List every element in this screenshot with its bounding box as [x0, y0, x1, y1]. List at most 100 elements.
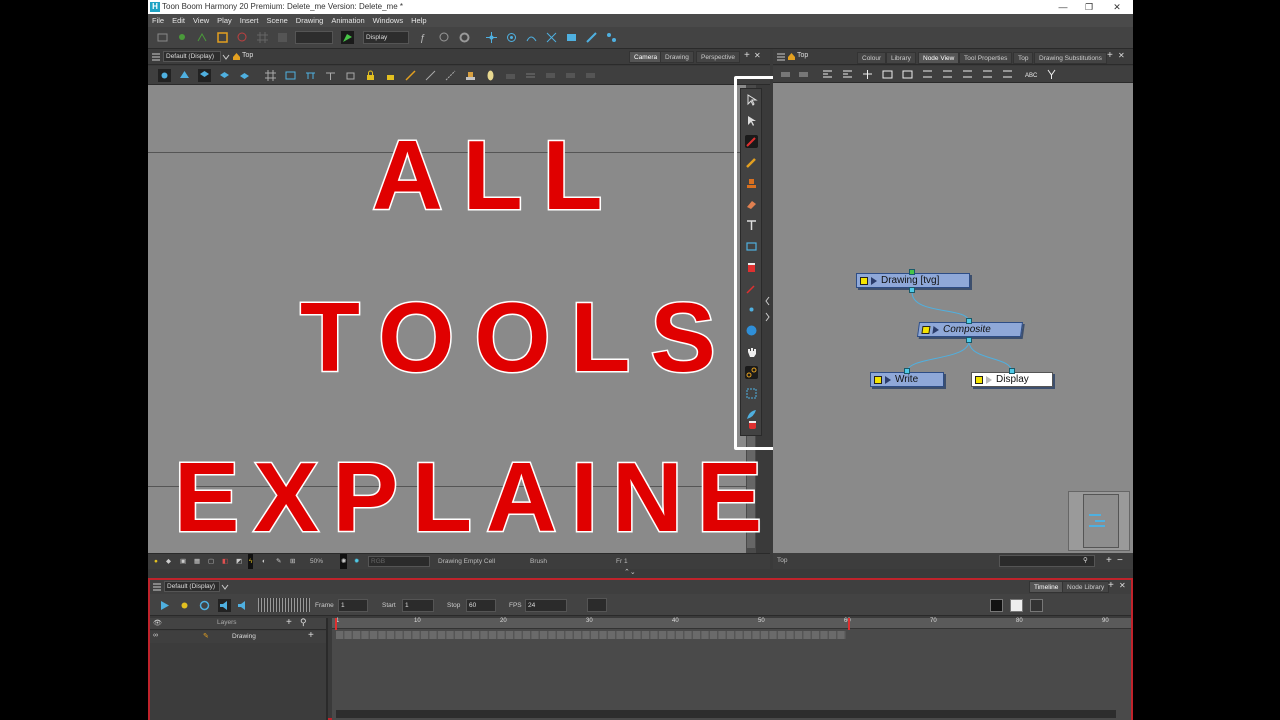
layer-visibility-icon[interactable]: 👁 [153, 619, 162, 627]
loop-icon[interactable] [198, 599, 211, 612]
frame-icon[interactable]: ▢ [208, 554, 214, 570]
stamp-icon[interactable] [464, 69, 477, 82]
minimize-button[interactable]: — [1052, 0, 1074, 14]
settings-gear-icon[interactable] [458, 31, 471, 44]
timeline-menu-icon[interactable] [152, 582, 162, 592]
light-small-icon[interactable]: ✎ [276, 554, 281, 570]
menu-play[interactable]: Play [213, 14, 236, 27]
bounding-box-icon[interactable]: ⊞ [290, 554, 295, 570]
add-tab-icon[interactable]: + [744, 50, 750, 61]
node-enable-icon[interactable] [921, 326, 931, 334]
node-drawing-in-port[interactable] [909, 269, 915, 275]
node-drawing[interactable]: Drawing [tvg] [856, 273, 970, 288]
node-enable-icon[interactable] [975, 376, 983, 384]
node-remove-icon[interactable]: − [1117, 553, 1123, 569]
ik-icon[interactable] [605, 31, 618, 44]
layer-row[interactable]: ∞ ✎ Drawing + [150, 630, 326, 643]
node-add-tab-icon[interactable]: + [1107, 50, 1113, 61]
pivot-icon[interactable] [485, 31, 498, 44]
keyframe-black-icon[interactable] [990, 599, 1003, 612]
node-composite-in-port[interactable] [966, 318, 972, 324]
function-icon[interactable]: ƒ [418, 31, 431, 44]
node-display[interactable]: Display [971, 372, 1053, 387]
mask-small-icon[interactable]: ◧ [222, 554, 228, 570]
node-close-panel-icon[interactable]: ✕ [1118, 51, 1125, 60]
tab-node-library[interactable]: Node Library [1062, 581, 1110, 593]
bulb-icon[interactable]: ● [154, 554, 158, 570]
layer-properties-icon[interactable]: ⚲ [300, 617, 307, 628]
mask-icon[interactable] [504, 69, 517, 82]
playhead[interactable] [335, 618, 337, 630]
color-wheel-icon[interactable]: ✺ [340, 554, 348, 570]
timeline-display-select[interactable]: Default (Display) [164, 581, 220, 592]
timeline-add-tab-icon[interactable]: + [1108, 580, 1114, 591]
peg-icon[interactable] [196, 31, 209, 44]
layer-eye-icon[interactable]: ∞ [153, 632, 158, 639]
camera-display-select[interactable]: Default (Display) [163, 51, 221, 62]
layer-settings-icon[interactable] [238, 69, 251, 82]
bone-icon[interactable] [585, 31, 598, 44]
node-grid-icon[interactable] [1001, 68, 1014, 81]
node-panel-menu-icon[interactable] [776, 52, 786, 62]
node-view-canvas[interactable]: Drawing [tvg] Composite Write Display [773, 66, 1133, 553]
tab-node-view[interactable]: Node View [918, 52, 960, 64]
node-ungroup-icon[interactable] [841, 68, 854, 81]
render-preview-icon[interactable] [178, 69, 191, 82]
expand-icon[interactable]: ⌃⌄ [624, 568, 636, 576]
node-tool-2-icon[interactable] [797, 68, 810, 81]
reposition-icon[interactable] [236, 31, 249, 44]
flash-icon[interactable]: ϟ [248, 554, 254, 570]
field-guide-icon[interactable] [284, 69, 297, 82]
sound-scrub-icon[interactable] [236, 599, 249, 612]
layer-stack-icon[interactable] [218, 69, 231, 82]
tab-library[interactable]: Library [886, 52, 916, 64]
tab-tool-properties[interactable]: Tool Properties [959, 52, 1013, 64]
eye-icon[interactable] [158, 69, 171, 82]
node-navigator[interactable] [1068, 491, 1130, 551]
node-align-icon[interactable] [961, 68, 974, 81]
menu-drawing[interactable]: Drawing [292, 14, 328, 27]
tab-timeline[interactable]: Timeline [1029, 581, 1064, 593]
play-selection-icon[interactable] [178, 599, 191, 612]
menu-insert[interactable]: Insert [236, 14, 263, 27]
timeline-close-icon[interactable]: ✕ [1119, 581, 1126, 590]
add-layer-icon[interactable]: + [286, 617, 292, 628]
group-icon[interactable] [584, 69, 597, 82]
search-icon[interactable]: ⚲ [1083, 553, 1088, 569]
node-cut-icon[interactable] [921, 68, 934, 81]
merge-icon[interactable] [564, 69, 577, 82]
tab-drawing[interactable]: Drawing [660, 51, 694, 63]
tab-perspective[interactable]: Perspective [696, 51, 740, 63]
start-input[interactable]: 1 [402, 599, 434, 612]
color-swatch[interactable] [587, 598, 607, 612]
grid-small-icon[interactable]: ▦ [194, 554, 200, 570]
menu-help[interactable]: Help [407, 14, 430, 27]
node-add-icon[interactable] [176, 31, 189, 44]
node-peg-icon[interactable] [881, 68, 894, 81]
maximize-button[interactable]: ❐ [1078, 0, 1100, 14]
display-select[interactable]: Display [363, 31, 409, 44]
play-icon[interactable] [158, 599, 171, 612]
grid-icon[interactable] [256, 31, 269, 44]
node-drawing-out-port[interactable] [909, 287, 915, 293]
light-table-icon[interactable] [484, 69, 497, 82]
node-distribute-icon[interactable] [981, 68, 994, 81]
stop-marker[interactable] [848, 618, 850, 630]
camera-path-icon[interactable] [565, 31, 578, 44]
cutter-icon[interactable] [444, 69, 457, 82]
layer-add-icon[interactable]: + [308, 630, 314, 641]
layers-icon[interactable] [198, 69, 211, 82]
menu-windows[interactable]: Windows [369, 14, 407, 27]
node-abc-icon[interactable]: ABC [1025, 68, 1038, 81]
frames-horizontal-scrollbar[interactable] [336, 710, 1116, 718]
frames-pane[interactable]: 1 10 20 30 40 50 60 70 80 90 [332, 618, 1131, 720]
safe-area-icon[interactable] [304, 69, 317, 82]
stage-icon[interactable] [324, 69, 337, 82]
safe-frame-icon[interactable]: ▣ [180, 554, 186, 570]
menu-view[interactable]: View [189, 14, 213, 27]
flatten-icon[interactable] [544, 69, 557, 82]
menu-scene[interactable]: Scene [263, 14, 292, 27]
stop-input[interactable]: 60 [466, 599, 496, 612]
keyframe-grey-icon[interactable] [1030, 599, 1043, 612]
shade-icon[interactable] [344, 69, 357, 82]
